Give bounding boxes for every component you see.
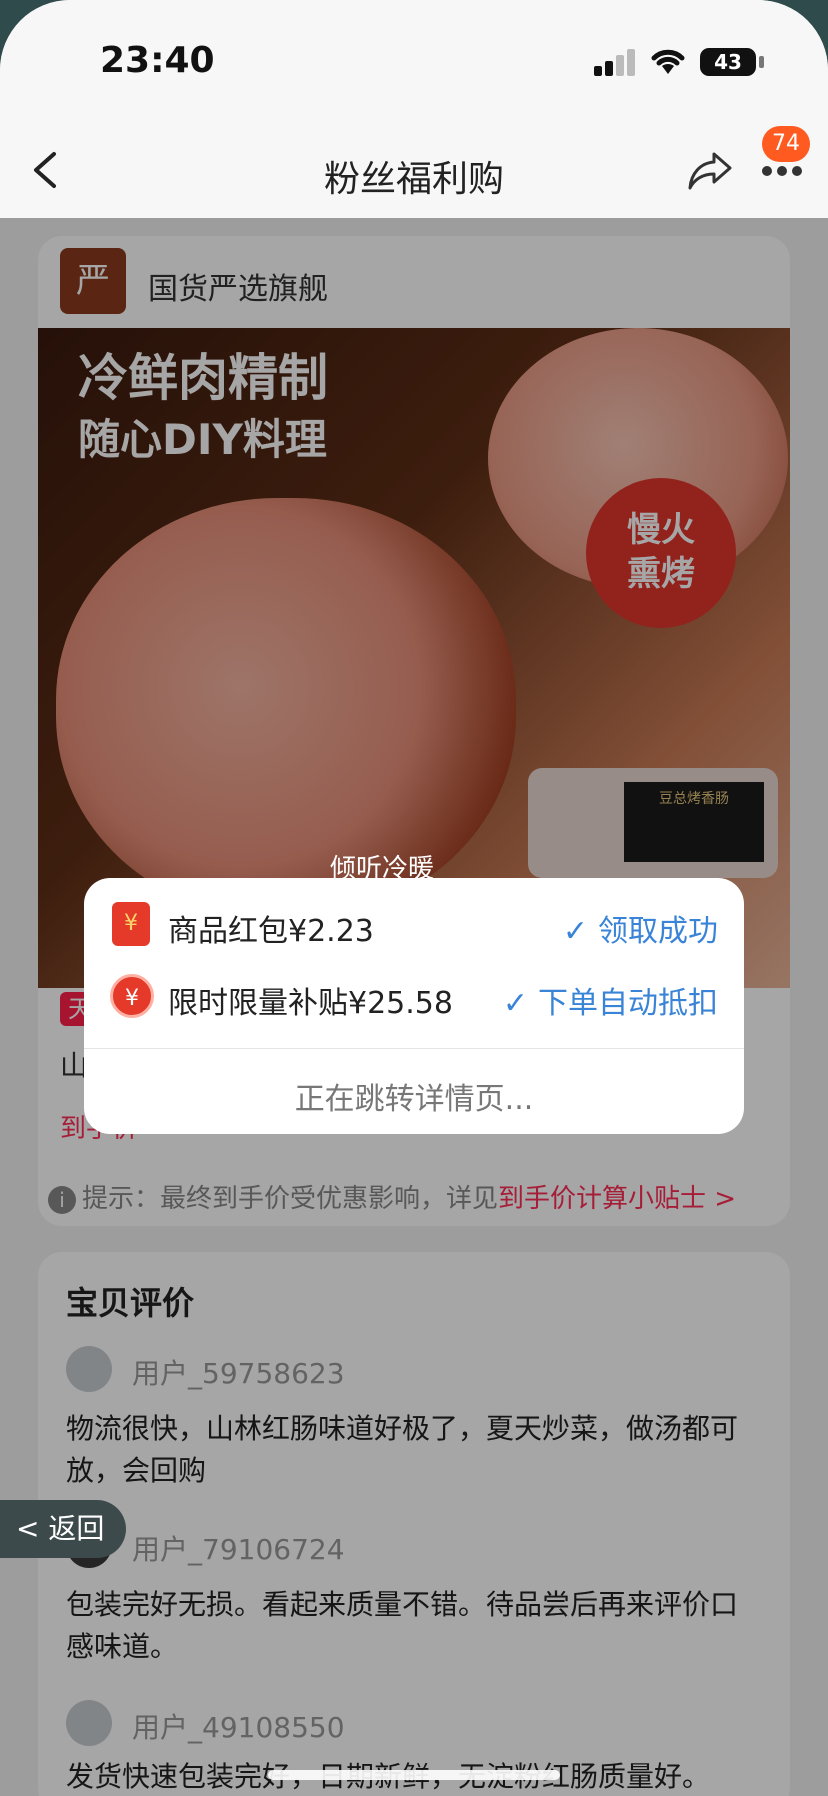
subsidy-status-text: 下单自动抵扣: [538, 986, 718, 1021]
red-packet-icon: ¥: [112, 902, 150, 946]
modal-divider: [84, 1048, 744, 1049]
floating-back-button[interactable]: < 返回: [0, 1500, 126, 1558]
battery-icon: 43: [700, 48, 756, 76]
coupon-label: 商品红包¥2.23: [168, 914, 374, 949]
notification-badge: 74: [762, 126, 810, 162]
home-indicator: [268, 1770, 560, 1780]
coupon-row-subsidy: ¥ 限时限量补贴¥25.58 ✓ 下单自动抵扣: [84, 960, 744, 1032]
floating-back-label: 返回: [48, 1512, 105, 1545]
coupon-status: ✓ 领取成功: [563, 906, 718, 950]
subsidy-label: 限时限量补贴¥25.58: [168, 986, 453, 1021]
yuan-coin-icon: ¥: [110, 974, 154, 1018]
check-icon: ✓: [562, 914, 588, 949]
check-icon: ✓: [502, 986, 528, 1021]
coupon-row-red-packet: ¥ 商品红包¥2.23 ✓ 领取成功: [84, 888, 744, 960]
coupon-modal: ¥ 商品红包¥2.23 ✓ 领取成功 ¥ 限时限量补贴¥25.58 ✓ 下单自动抵扣…: [84, 878, 744, 1134]
redirect-message: 正在跳转详情页...: [294, 1082, 534, 1117]
phone-screen: 23:40 43 粉丝福利购 74 严 国货严选旗舰 冷鲜肉精制 随心DIY料理: [0, 0, 828, 1796]
cellular-signal-icon: [594, 48, 636, 76]
subsidy-status: ✓ 下单自动抵扣: [503, 978, 718, 1022]
status-bar: 23:40 43: [0, 0, 828, 120]
more-icon[interactable]: [762, 166, 802, 178]
battery-tip: [759, 56, 764, 68]
status-time: 23:40: [100, 40, 215, 81]
share-icon[interactable]: [686, 148, 734, 194]
coupon-status-text: 领取成功: [598, 914, 718, 949]
wifi-icon: [651, 49, 685, 74]
chevron-left-icon: <: [16, 1512, 49, 1545]
